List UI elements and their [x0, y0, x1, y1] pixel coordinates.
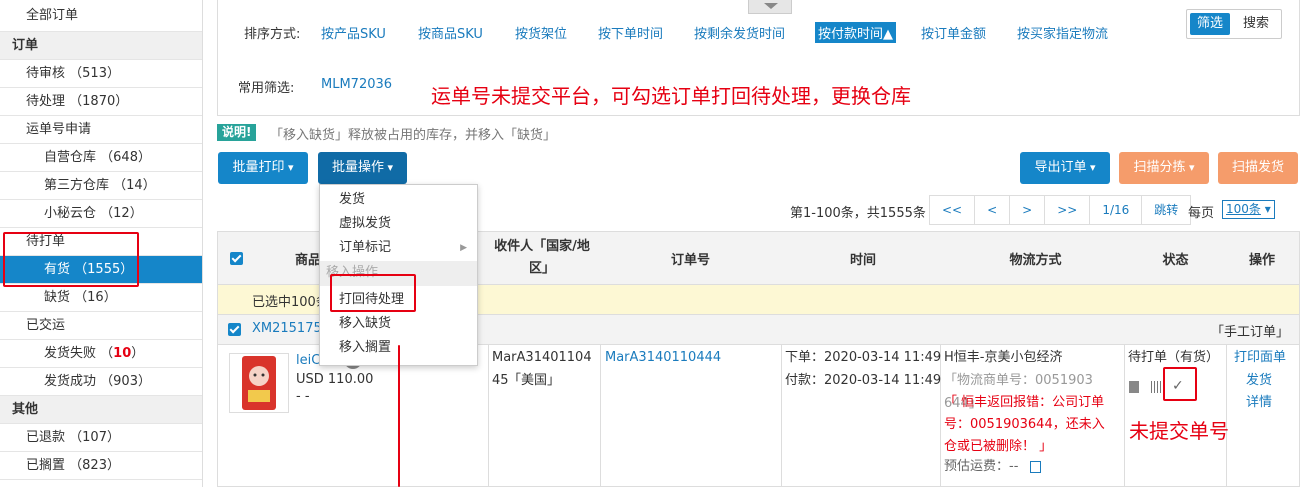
per-page-label: 每页	[1188, 206, 1215, 221]
product-dash: - -	[296, 389, 310, 404]
scan-sort-button[interactable]: 扫描分拣	[1119, 152, 1209, 184]
highlight-box-return	[330, 274, 416, 312]
highlight-line	[398, 345, 400, 487]
selection-text: 已选中100条	[252, 295, 329, 310]
filter-tab[interactable]: 筛选	[1190, 13, 1230, 35]
batch-print-button[interactable]: 批量打印	[218, 152, 308, 184]
col-logistics: 物流方式	[1009, 252, 1062, 268]
sidebar-item-tracking-apply[interactable]: 运单号申请	[0, 116, 202, 144]
batch-ops-button[interactable]: 批量操作	[318, 152, 407, 184]
freight-estimate: 预估运费：--	[944, 459, 1019, 474]
filter-search-toggle: 筛选 搜索	[1186, 9, 1282, 39]
scan-ship-button[interactable]: 扫描发货	[1218, 152, 1298, 184]
sidebar-item-cloud-warehouse[interactable]: 小秘云仓 （12）	[0, 200, 202, 228]
page-next-button[interactable]: >	[1010, 196, 1046, 224]
sidebar-item-to-process[interactable]: 待处理 （1870）	[0, 88, 202, 116]
menu-item-virtual-ship[interactable]: 虚拟发货	[320, 212, 477, 236]
menu-item-order-mark[interactable]: 订单标记 ▶	[320, 236, 477, 260]
sort-buyer-logistics[interactable]: 按买家指定物流	[1017, 23, 1108, 42]
col-order-no: 订单号	[670, 252, 710, 268]
copy-icon[interactable]	[1129, 381, 1139, 393]
product-image[interactable]	[229, 353, 289, 413]
common-filter-label: 常用筛选:	[238, 81, 295, 96]
filter-card: 排序方式: 按产品SKU 按商品SKU 按货架位 按下单时间 按剩余发货时间 按…	[217, 0, 1300, 116]
order-time: 下单：2020-03-14 11:49	[785, 350, 942, 365]
ship-link[interactable]: 发货	[1246, 369, 1272, 392]
common-filter-link[interactable]: MLM72036	[321, 77, 392, 92]
page-first-button[interactable]: <<	[930, 196, 976, 224]
menu-item-move-out-of-stock[interactable]: 移入缺货	[320, 312, 477, 336]
sort-product-sku[interactable]: 按产品SKU	[321, 23, 386, 42]
highlight-box-status-icon	[1163, 367, 1197, 401]
menu-item-ship[interactable]: 发货	[320, 188, 477, 212]
pagination: << < > >> 1/16 跳转	[929, 195, 1192, 225]
calculator-icon[interactable]	[1030, 461, 1041, 473]
detail-link[interactable]: 详情	[1246, 391, 1272, 414]
notice-badge: 说明!	[217, 124, 257, 141]
page-indicator: 1/16	[1090, 196, 1143, 224]
collapse-caret-icon[interactable]	[748, 0, 792, 14]
col-actions: 操作	[1248, 252, 1275, 268]
failed-count-badge: 10	[113, 346, 132, 361]
sidebar-item-ship-failed[interactable]: 发货失败 （10）	[0, 340, 202, 368]
sidebar-item-third-party-warehouse[interactable]: 第三方仓库 （14）	[0, 172, 202, 200]
col-recipient: 收件人「国家/地区」	[494, 239, 590, 276]
pay-time: 付款：2020-03-14 11:49	[785, 373, 942, 388]
select-all-checkbox[interactable]	[227, 232, 245, 284]
table-row: leiC USD 110.00 - - MarA3140110445 「美国」 …	[217, 345, 1300, 487]
col-time: 时间	[849, 252, 876, 268]
annotation-status: 未提交单号	[1129, 419, 1229, 443]
order-no-link[interactable]: MarA3140110444	[605, 346, 721, 369]
sidebar-item-out-of-stock[interactable]: 缺货 （16）	[0, 284, 202, 312]
sidebar-item-ship-success[interactable]: 发货成功 （903）	[0, 368, 202, 396]
chevron-down-icon: ▾	[1264, 202, 1271, 216]
order-checkbox[interactable]	[228, 323, 241, 340]
print-label-link[interactable]: 打印面单	[1234, 346, 1286, 369]
sidebar-item-own-warehouse[interactable]: 自营仓库 （648）	[0, 144, 202, 172]
sort-order-time[interactable]: 按下单时间	[598, 23, 663, 42]
sidebar-section-other: 其他	[0, 396, 202, 424]
sidebar-item-pending-review[interactable]: 待审核 （513）	[0, 60, 202, 88]
notice-text: 「移入缺货」释放被占用的库存，并移入「缺货」	[270, 128, 557, 143]
sort-goods-sku[interactable]: 按商品SKU	[418, 23, 483, 42]
sort-remaining-time[interactable]: 按剩余发货时间	[694, 23, 785, 42]
status-text: 待打单（有货）	[1128, 350, 1220, 365]
per-page-select[interactable]: 100条 ▾	[1222, 200, 1275, 219]
sort-label: 排序方式:	[244, 27, 301, 42]
page-prev-button[interactable]: <	[975, 196, 1011, 224]
search-tab[interactable]: 搜索	[1235, 13, 1277, 35]
chevron-right-icon: ▶	[460, 243, 467, 253]
sidebar-item-refunded[interactable]: 已退款 （107）	[0, 424, 202, 452]
export-orders-button[interactable]: 导出订单	[1020, 152, 1110, 184]
sidebar-section-orders: 订单	[0, 32, 202, 60]
sidebar-item-shipped[interactable]: 已交运	[0, 312, 202, 340]
sidebar-item-on-hold[interactable]: 已搁置 （823）	[0, 452, 202, 480]
page-last-button[interactable]: >>	[1045, 196, 1091, 224]
sidebar-item-all-orders[interactable]: 全部订单	[0, 0, 202, 32]
recipient-country: 「美国」	[508, 373, 561, 388]
pagination-summary: 第1-100条，共1555条	[790, 206, 926, 221]
order-tag: 「手工订单」	[1211, 325, 1290, 340]
page-jump-button[interactable]: 跳转	[1142, 196, 1190, 224]
annotation-top: 运单号未提交平台，可勾选订单打回待处理，更换仓库	[431, 84, 911, 108]
sort-shelf[interactable]: 按货架位	[515, 23, 567, 42]
col-status: 状态	[1162, 252, 1189, 268]
sort-pay-time[interactable]: 按付款时间▲	[815, 22, 896, 43]
logistics-error: 「 恒丰返回报错：公司订单号：0051903644，还未入仓或已被删除！ 」	[944, 395, 1105, 454]
sort-order-amount[interactable]: 按订单金额	[921, 23, 986, 42]
highlight-box-to-print	[3, 232, 139, 287]
logistics-name: H恒丰-京美小包经济	[944, 350, 1063, 365]
